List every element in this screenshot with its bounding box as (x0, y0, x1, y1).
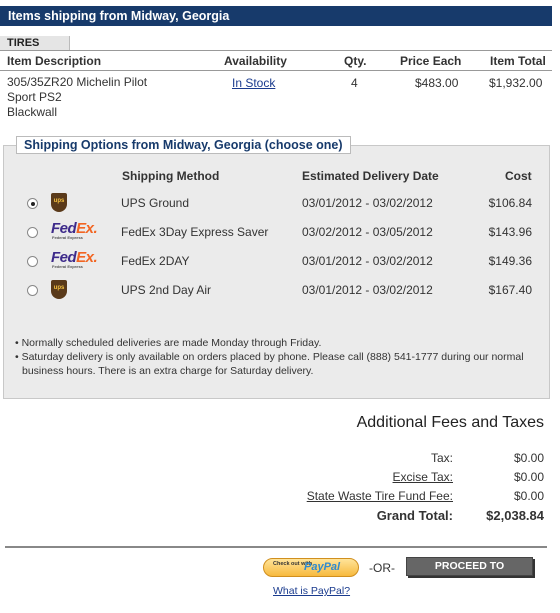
ups-logo-icon: ups (51, 280, 67, 299)
item-desc-line: 305/35ZR20 Michelin Pilot (7, 75, 148, 89)
excise-tax-link[interactable]: Excise Tax: (393, 470, 453, 484)
paypal-brand-pal: Pal (323, 561, 341, 573)
shipping-radio[interactable] (27, 285, 38, 296)
shipping-method: FedEx 2DAY (121, 254, 190, 268)
shipping-radio[interactable] (27, 256, 38, 267)
delivery-date: 03/01/2012 - 03/02/2012 (302, 196, 433, 210)
fedex-logo-icon: FedEx. Federal Express (51, 249, 98, 271)
item-total: $1,932.00 (489, 76, 543, 90)
category-label: TIRES (7, 37, 40, 49)
fedex-logo-sub: Federal Express (52, 264, 83, 269)
shipping-cost: $167.40 (488, 283, 532, 297)
col-delivery-date: Estimated Delivery Date (302, 169, 439, 183)
checkout-divider (5, 546, 547, 548)
delivery-date: 03/01/2012 - 03/02/2012 (302, 254, 433, 268)
shipping-notes: • Normally scheduled deliveries are made… (15, 336, 535, 378)
section-header: Items shipping from Midway, Georgia (0, 6, 552, 26)
excise-tax-value: $0.00 (513, 470, 544, 484)
col-shipping-method: Shipping Method (122, 169, 220, 183)
section-title: Items shipping from Midway, Georgia (8, 9, 230, 23)
table-header-divider (0, 70, 552, 71)
proceed-to-checkout-button[interactable]: PROCEED TO CHECKOUT (406, 557, 533, 589)
shipping-radio[interactable] (27, 198, 38, 209)
what-is-paypal-link[interactable]: What is PayPal? (273, 585, 350, 597)
shipping-option-row[interactable]: ups UPS 2nd Day Air 03/01/2012 - 03/02/2… (0, 278, 552, 302)
col-item-total: Item Total (490, 54, 546, 68)
shipping-cost: $143.96 (488, 225, 532, 239)
shipping-note: • Normally scheduled deliveries are made… (15, 337, 322, 349)
shipping-option-row[interactable]: ups UPS Ground 03/01/2012 - 03/02/2012 $… (0, 191, 552, 215)
category-tab: TIRES (0, 36, 70, 51)
col-item-description: Item Description (7, 54, 102, 68)
shipping-method: UPS 2nd Day Air (121, 283, 212, 297)
tax-value: $0.00 (513, 451, 544, 465)
or-separator: -OR- (369, 561, 395, 575)
shipping-cost: $106.84 (488, 196, 532, 210)
shipping-cost: $149.36 (488, 254, 532, 268)
shipping-option-row[interactable]: FedEx. Federal Express FedEx 2DAY 03/01/2… (0, 249, 552, 273)
paypal-logo-icon: PayPal (304, 561, 340, 573)
availability-link[interactable]: In Stock (232, 76, 275, 90)
col-qty: Qty. (344, 54, 367, 68)
item-price-each: $483.00 (415, 76, 459, 90)
fedex-logo-sub: Federal Express (52, 235, 83, 240)
grand-total-label: Grand Total: (376, 508, 453, 523)
shipping-note-text: Normally scheduled deliveries are made M… (21, 337, 322, 349)
shipping-note-text: Saturday delivery is only available on o… (21, 351, 524, 377)
ups-logo-icon: ups (51, 193, 67, 212)
item-description: 305/35ZR20 Michelin Pilot Sport PS2 Blac… (7, 75, 147, 120)
col-availability: Availability (224, 54, 287, 68)
waste-tire-fee-value: $0.00 (513, 489, 544, 503)
delivery-date: 03/02/2012 - 03/05/2012 (302, 225, 433, 239)
col-cost: Cost (505, 169, 532, 183)
item-qty: 4 (351, 76, 358, 90)
delivery-date: 03/01/2012 - 03/02/2012 (302, 283, 433, 297)
shipping-radio[interactable] (27, 227, 38, 238)
paypal-checkout-button[interactable]: Check out with PayPal (263, 558, 359, 577)
category-divider (0, 50, 552, 51)
tax-label: Tax: (430, 451, 453, 465)
shipping-method: UPS Ground (121, 196, 190, 210)
shipping-note: • Saturday delivery is only available on… (15, 351, 524, 377)
fedex-logo-icon: FedEx. Federal Express (51, 220, 98, 242)
col-price-each: Price Each (400, 54, 462, 68)
paypal-brand-pay: Pay (304, 561, 324, 573)
shipping-options-title: Shipping Options from Midway, Georgia (c… (16, 136, 351, 154)
fees-title: Additional Fees and Taxes (356, 414, 544, 431)
shipping-method: FedEx 3Day Express Saver (121, 225, 269, 239)
grand-total-value: $2,038.84 (486, 508, 544, 523)
shipping-option-row[interactable]: FedEx. Federal Express FedEx 3Day Express… (0, 220, 552, 244)
waste-tire-fee-link[interactable]: State Waste Tire Fund Fee: (307, 489, 453, 503)
item-desc-line: Blackwall (7, 105, 58, 119)
item-desc-line: Sport PS2 (7, 90, 62, 104)
